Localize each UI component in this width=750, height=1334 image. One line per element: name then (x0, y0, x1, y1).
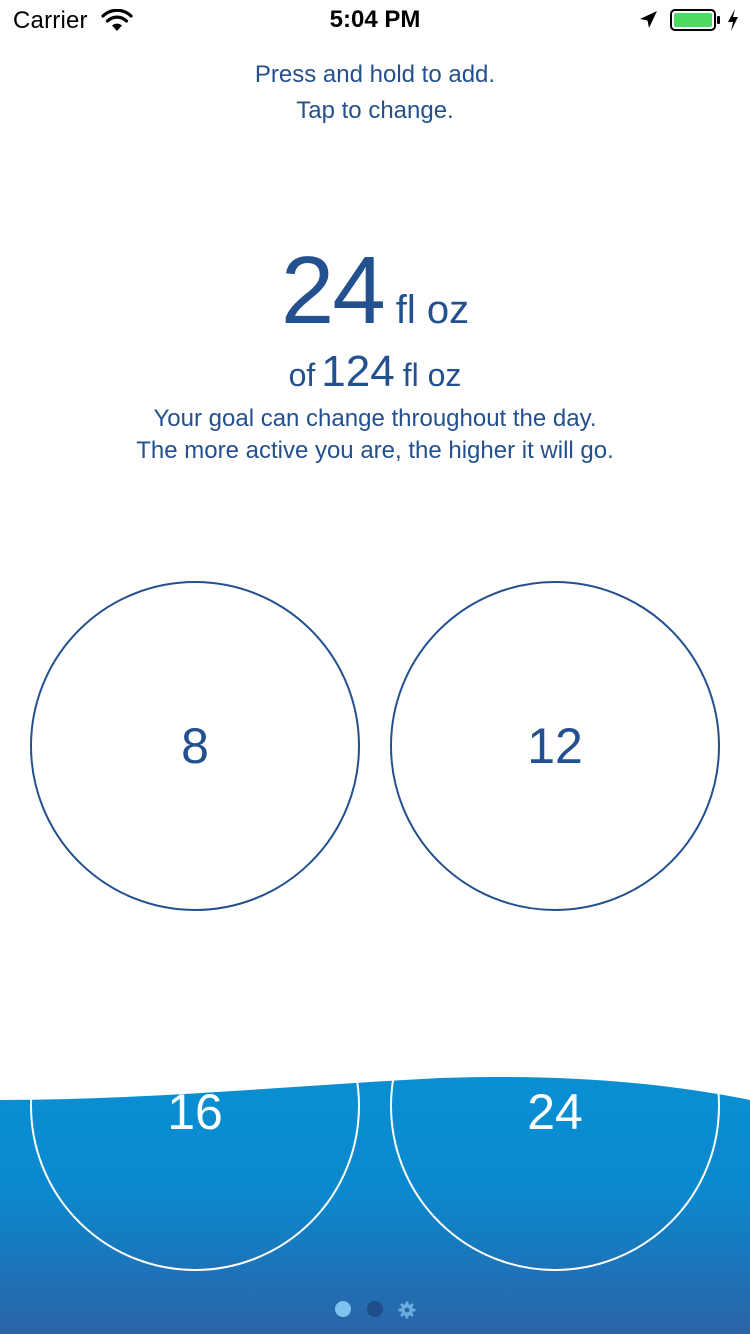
quick-add-label: 8 (181, 718, 209, 774)
status-bar: Carrier 5:04 PM (0, 0, 750, 40)
goal-prefix: of (288, 357, 316, 393)
hydration-screen: Carrier 5:04 PM Press and hold to add. T… (0, 0, 750, 1334)
instruction-hold: Press and hold to add. (254, 61, 496, 88)
intake-unit: fl oz (395, 288, 470, 332)
instructions: Press and hold to add. Tap to change. (0, 57, 750, 129)
battery-charging-icon (670, 9, 720, 31)
goal-value: 124 (321, 347, 395, 396)
quick-add-8-button[interactable]: 8 (30, 581, 360, 911)
quick-add-label: 24 (527, 1084, 583, 1140)
page-dot-1[interactable] (335, 1301, 351, 1317)
intake-value: 24 (280, 237, 386, 344)
goal-note-line-1: Your goal can change throughout the day. (153, 405, 597, 432)
page-indicator (0, 1300, 750, 1320)
goal-display: of 124 fl oz (0, 347, 750, 397)
quick-add-24-button[interactable]: 24 (390, 941, 720, 1271)
goal-note: Your goal can change throughout the day.… (0, 403, 750, 467)
quick-add-12-button[interactable]: 12 (390, 581, 720, 911)
quick-add-label: 12 (527, 718, 583, 774)
goal-unit: fl oz (402, 357, 462, 393)
location-arrow-icon (640, 11, 657, 28)
charging-bolt-icon (728, 9, 738, 31)
intake-display: 24 fl oz (0, 236, 750, 346)
quick-add-label: 16 (167, 1084, 223, 1140)
instruction-tap: Tap to change. (296, 97, 454, 124)
goal-note-line-2: The more active you are, the higher it w… (136, 437, 614, 464)
gear-icon[interactable] (398, 1301, 416, 1319)
page-dot-2[interactable] (367, 1301, 383, 1317)
quick-add-16-button[interactable]: 16 (30, 941, 360, 1271)
